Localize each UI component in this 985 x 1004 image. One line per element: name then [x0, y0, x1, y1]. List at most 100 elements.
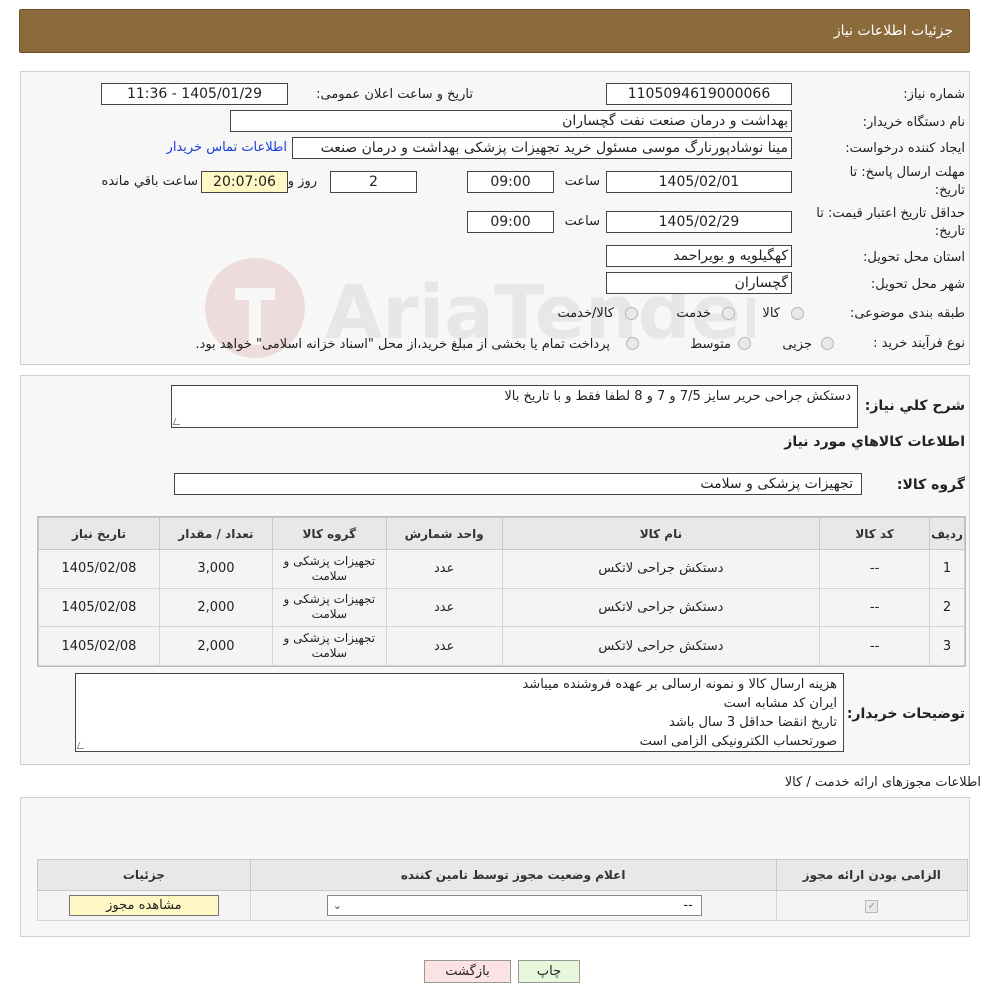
buyer-label: نام دستگاه خریدار:: [862, 115, 965, 130]
row-code: --: [819, 549, 931, 589]
permit-status-select[interactable]: -- ⌄: [326, 895, 702, 916]
validity-label: حداقل تاریخ اعتبار قیمت: تا: [816, 206, 965, 221]
row-date: 1405/02/08: [38, 587, 160, 628]
city-label: شهر محل تحویل:: [870, 277, 965, 292]
row-index: 2: [929, 587, 965, 628]
row-qty: 3,000: [158, 549, 273, 589]
need-number-field[interactable]: 1105094619000066: [606, 83, 792, 105]
row-index: 1: [929, 549, 965, 589]
announce-field[interactable]: 1405/01/29 - 11:36: [101, 83, 288, 105]
announce-label: تاریخ و ساعت اعلان عمومی:: [316, 87, 473, 102]
view-permit-button[interactable]: مشاهده مجوز: [68, 895, 219, 916]
col-code: کد کالا: [819, 517, 931, 550]
table-row[interactable]: 2 -- دستکش جراحی لاتکس عدد تجهیزات پزشکی…: [38, 587, 965, 628]
col-permit-details: جزئیات: [37, 859, 251, 891]
goods-group-label: گروه کالا:: [896, 477, 965, 493]
row-date: 1405/02/08: [38, 626, 160, 666]
category-option-both: کالا/خدمت: [557, 306, 614, 321]
col-permit-required: الزامی بودن ارائه مجوز: [775, 859, 969, 891]
category-label: طبقه بندی موضوعی:: [849, 306, 965, 321]
buyer-notes-textarea[interactable]: هزینه ارسال کالا و نمونه ارسالی بر عهده …: [75, 673, 844, 752]
permits-table-header: الزامی بودن ارائه مجوز اعلام وضعیت مجوز …: [37, 859, 969, 891]
category-radio-service[interactable]: [722, 307, 735, 320]
validity-date-field[interactable]: 1405/02/29: [606, 211, 792, 233]
row-name: دستکش جراحی لاتکس: [501, 587, 821, 628]
table-row: ✓ -- ⌄ مشاهده مجوز: [37, 890, 969, 921]
permit-required-checkbox[interactable]: ✓: [865, 900, 879, 913]
creator-field[interactable]: مینا نوشادپورنارگ موسی مسئول خرید تجهیزا…: [292, 137, 792, 159]
table-row[interactable]: 3 -- دستکش جراحی لاتکس عدد تجهیزات پزشکی…: [38, 626, 965, 666]
category-radio-goods[interactable]: [791, 307, 804, 320]
row-code: --: [819, 587, 931, 628]
buyer-notes-label: توضیحات خریدار:: [846, 706, 965, 722]
permit-details-cell: مشاهده مجوز: [37, 890, 251, 921]
summary-textarea[interactable]: دستکش جراحی حریر سایز 7/5 و 7 و 8 لطفا ف…: [171, 385, 858, 428]
days-label: روز و: [287, 174, 317, 189]
province-label: استان محل تحویل:: [863, 250, 965, 265]
province-field[interactable]: کهگیلویه و بویراحمد: [606, 245, 792, 267]
col-permit-status: اعلام وضعیت مجوز توسط تامین کننده: [249, 859, 777, 891]
process-radio-minor[interactable]: [821, 337, 834, 350]
goods-section-title: اطلاعات کالاهاي مورد نياز: [784, 434, 965, 450]
need-number-label: شماره نیاز:: [903, 87, 965, 102]
city-field[interactable]: گچساران: [606, 272, 792, 294]
page-header: جزئیات اطلاعات نیاز: [19, 9, 970, 53]
row-code: --: [819, 626, 931, 666]
resize-handle-icon[interactable]: [172, 418, 183, 425]
back-button[interactable]: بازگشت: [424, 960, 511, 983]
goods-group-field[interactable]: تجهیزات پزشکی و سلامت: [174, 473, 862, 495]
col-name: نام کالا: [501, 517, 821, 550]
creator-label: ایجاد کننده درخواست:: [845, 141, 965, 156]
row-name: دستکش جراحی لاتکس: [501, 626, 821, 666]
note-line: ایران کد مشابه است: [723, 696, 837, 711]
print-button[interactable]: چاپ: [518, 960, 580, 983]
remaining-time-field[interactable]: 20:07:06: [201, 171, 288, 193]
row-unit: عدد: [385, 587, 503, 628]
summary-label: شرح کلي نياز:: [864, 398, 965, 414]
deadline-time-label: ساعت: [564, 174, 600, 189]
goods-table: رديف کد کالا نام کالا واحد شمارش گروه کا…: [38, 517, 965, 666]
process-option-medium: متوسط: [690, 337, 731, 352]
goods-table-header: رديف کد کالا نام کالا واحد شمارش گروه کا…: [38, 517, 965, 550]
deadline-label-date: تاریخ:: [934, 183, 965, 198]
permit-required-cell: ✓: [775, 890, 969, 921]
row-group: تجهیزات پزشکی و سلامت: [271, 626, 387, 666]
process-note: پرداخت تمام یا بخشی از مبلغ خرید،از محل …: [195, 337, 610, 352]
col-date: تاریخ نیاز: [38, 517, 160, 550]
permit-status-cell: -- ⌄: [249, 890, 777, 921]
buyer-contact-link[interactable]: اطلاعات تماس خریدار: [167, 140, 287, 155]
days-remaining-field[interactable]: 2: [330, 171, 417, 193]
deadline-label: مهلت ارسال پاسخ: تا: [849, 165, 965, 180]
validity-time-field[interactable]: 09:00: [467, 211, 554, 233]
col-row: رديف: [929, 517, 965, 550]
table-row[interactable]: 1 -- دستکش جراحی لاتکس عدد تجهیزات پزشکی…: [38, 549, 965, 589]
note-line: هزینه ارسال کالا و نمونه ارسالی بر عهده …: [522, 677, 837, 692]
category-radio-both[interactable]: [625, 307, 638, 320]
row-index: 3: [929, 626, 965, 666]
chevron-down-icon: ⌄: [332, 899, 343, 912]
process-option-minor: جزیی: [782, 337, 812, 352]
note-line: صورتحساب الکترونیکی الزامی است: [639, 734, 837, 749]
row-qty: 2,000: [158, 587, 273, 628]
permits-section-title: اطلاعات مجوزهای ارائه خدمت / کالا: [784, 775, 981, 790]
deadline-time-field[interactable]: 09:00: [467, 171, 554, 193]
permit-status-value: --: [683, 898, 693, 913]
row-unit: عدد: [385, 626, 503, 666]
row-unit: عدد: [385, 549, 503, 589]
row-name: دستکش جراحی لاتکس: [501, 549, 821, 589]
note-line: تاریخ انقضا حداقل 3 سال باشد: [669, 715, 837, 730]
process-label: نوع فرآیند خرید :: [873, 336, 965, 351]
page-title: جزئیات اطلاعات نیاز: [833, 23, 953, 39]
remaining-time-label: ساعت باقي مانده: [101, 174, 198, 189]
col-qty: تعداد / مقدار: [158, 517, 273, 550]
permits-table: الزامی بودن ارائه مجوز اعلام وضعیت مجوز …: [37, 859, 969, 921]
treasury-checkbox[interactable]: [626, 337, 639, 350]
col-group: گروه کالا: [271, 517, 387, 550]
row-date: 1405/02/08: [38, 549, 160, 589]
deadline-date-field[interactable]: 1405/02/01: [606, 171, 792, 193]
category-option-goods: کالا: [762, 306, 780, 321]
process-radio-medium[interactable]: [738, 337, 751, 350]
buyer-field[interactable]: بهداشت و درمان صنعت نفت گچساران: [230, 110, 792, 132]
category-option-service: خدمت: [676, 306, 711, 321]
permits-table-frame: الزامی بودن ارائه مجوز اعلام وضعیت مجوز …: [37, 859, 969, 921]
